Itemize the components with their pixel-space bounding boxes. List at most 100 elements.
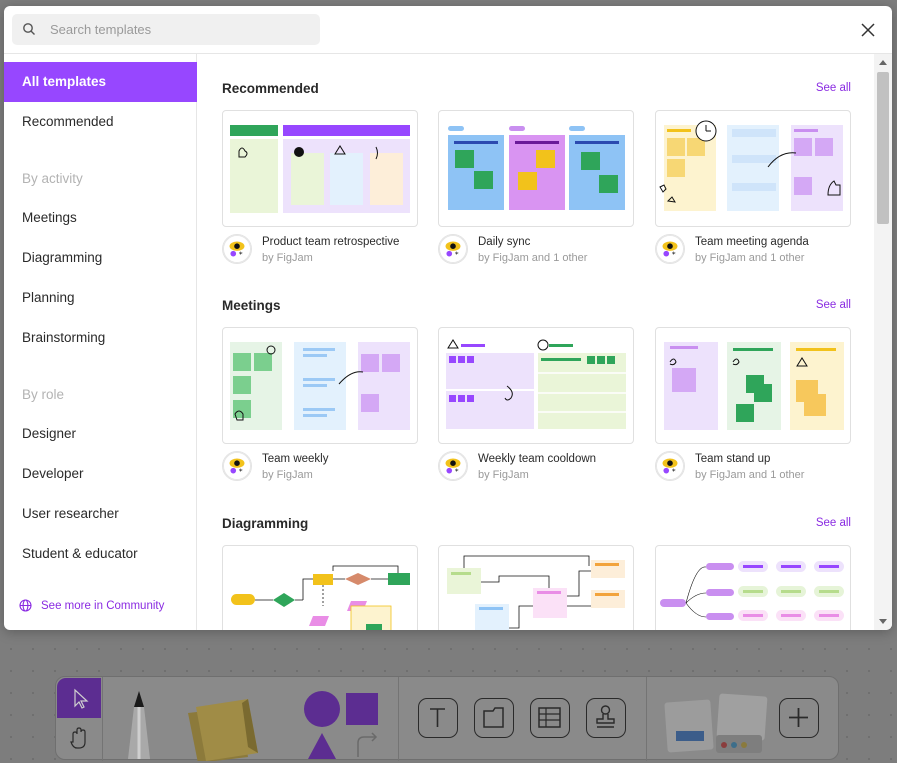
see-all-recommended[interactable]: See all xyxy=(816,82,851,94)
close-icon[interactable] xyxy=(858,20,878,40)
scroll-down-arrow-icon[interactable] xyxy=(879,619,887,624)
section-tool[interactable] xyxy=(474,698,514,738)
template-card-team-meeting-agenda[interactable]: * Team meeting agenda by FigJam and 1 ot… xyxy=(655,110,851,270)
search-input[interactable] xyxy=(50,14,310,45)
section-title-recommended: Recommended xyxy=(222,81,319,96)
template-thumbnail xyxy=(655,110,851,227)
add-button[interactable] xyxy=(779,698,819,738)
search-icon xyxy=(23,23,35,35)
sidebar-item-recommended[interactable]: Recommended xyxy=(4,102,197,142)
template-card-product-team-retrospective[interactable]: * Product team retrospective by FigJam xyxy=(222,110,418,270)
template-title: Product team retrospective xyxy=(262,236,400,248)
sidebar-item-designer[interactable]: Designer xyxy=(4,414,197,454)
hand-icon xyxy=(70,727,86,749)
sidebar-item-meetings[interactable]: Meetings xyxy=(4,198,197,238)
stamp-icon xyxy=(596,705,615,728)
widgets-icon xyxy=(664,693,768,753)
move-tool[interactable] xyxy=(57,678,101,718)
sidebar: All templates Recommended By activity Me… xyxy=(4,54,197,630)
sidebar-item-brainstorming[interactable]: Brainstorming xyxy=(4,318,197,358)
template-author: by FigJam xyxy=(262,252,313,264)
scroll-thumb[interactable] xyxy=(877,72,889,224)
table-icon xyxy=(538,707,561,728)
sidebar-item-user-researcher[interactable]: User researcher xyxy=(4,494,197,534)
template-card-team-stand-up[interactable]: * Team stand up by FigJam and 1 other xyxy=(655,327,851,487)
sidebar-item-student-educator[interactable]: Student & educator xyxy=(4,534,197,574)
template-author: by FigJam xyxy=(478,469,529,481)
template-card-team-weekly[interactable]: * Team weekly by FigJam xyxy=(222,327,418,487)
shapes-icon xyxy=(304,691,378,759)
sidebar-item-planning[interactable]: Planning xyxy=(4,278,197,318)
modal-header xyxy=(4,6,892,54)
template-title: Weekly team cooldown xyxy=(478,453,597,465)
template-thumbnail xyxy=(222,545,418,630)
globe-icon xyxy=(19,599,32,612)
figjam-avatar: * xyxy=(438,234,468,264)
hand-tool[interactable] xyxy=(57,718,101,758)
sidebar-item-diagramming[interactable]: Diagramming xyxy=(4,238,197,278)
template-author: by FigJam and 1 other xyxy=(695,252,805,264)
community-link[interactable]: See more in Community xyxy=(19,599,164,612)
marker-tool[interactable] xyxy=(114,687,164,759)
sticky-note-icon xyxy=(188,699,258,763)
template-thumbnail xyxy=(438,327,634,444)
template-title: Team weekly xyxy=(262,453,329,465)
template-thumbnail xyxy=(438,545,634,630)
toolbar-divider xyxy=(646,677,647,761)
main-scrollbar[interactable] xyxy=(874,54,892,630)
template-author: by FigJam and 1 other xyxy=(695,469,805,481)
template-card-daily-sync[interactable]: * Daily sync by FigJam and 1 other xyxy=(438,110,634,270)
template-author: by FigJam and 1 other xyxy=(478,252,588,264)
template-thumbnail xyxy=(655,545,851,630)
text-icon xyxy=(430,708,445,727)
figjam-avatar: * xyxy=(655,234,685,264)
shapes-tool[interactable] xyxy=(300,691,384,761)
community-link-label: See more in Community xyxy=(41,599,165,612)
templates-modal: All templates Recommended By activity Me… xyxy=(4,6,892,630)
see-all-meetings[interactable]: See all xyxy=(816,299,851,311)
svg-text:*: * xyxy=(672,466,676,475)
svg-text:*: * xyxy=(455,466,459,475)
template-title: Team meeting agenda xyxy=(695,236,809,248)
template-thumbnail xyxy=(438,110,634,227)
svg-text:*: * xyxy=(239,466,243,475)
see-all-diagramming[interactable]: See all xyxy=(816,517,851,529)
section-title-meetings: Meetings xyxy=(222,298,281,313)
templates-main: Recommended See all * Product team retro… xyxy=(198,54,874,630)
template-card-diagram-mindmap[interactable] xyxy=(655,545,851,630)
template-thumbnail xyxy=(222,327,418,444)
figjam-avatar: * xyxy=(222,234,252,264)
toolbar-divider xyxy=(102,677,103,761)
stamp-tool[interactable] xyxy=(586,698,626,738)
sidebar-heading-by-role: By role xyxy=(22,387,65,402)
table-tool[interactable] xyxy=(530,698,570,738)
bottom-toolbar xyxy=(55,676,839,763)
template-card-weekly-team-cooldown[interactable]: * Weekly team cooldown by FigJam xyxy=(438,327,634,487)
figjam-avatar: * xyxy=(655,451,685,481)
template-thumbnail xyxy=(655,327,851,444)
template-author: by FigJam xyxy=(262,469,313,481)
template-card-diagram-flowchart[interactable] xyxy=(222,545,418,630)
sidebar-item-developer[interactable]: Developer xyxy=(4,454,197,494)
svg-text:*: * xyxy=(672,249,676,258)
scroll-up-arrow-icon[interactable] xyxy=(879,60,887,65)
sidebar-heading-by-activity: By activity xyxy=(22,171,83,186)
search-box[interactable] xyxy=(12,14,320,45)
figjam-avatar: * xyxy=(438,451,468,481)
pen-icon xyxy=(128,691,150,759)
svg-text:*: * xyxy=(455,249,459,258)
toolbar-divider xyxy=(398,677,399,761)
template-thumbnail xyxy=(222,110,418,227)
section-title-diagramming: Diagramming xyxy=(222,516,309,531)
template-title: Team stand up xyxy=(695,453,771,465)
svg-text:*: * xyxy=(239,249,243,258)
figjam-avatar: * xyxy=(222,451,252,481)
widgets-tool[interactable] xyxy=(662,691,772,757)
sidebar-item-all-templates[interactable]: All templates xyxy=(4,62,197,102)
template-card-diagram-system[interactable] xyxy=(438,545,634,630)
text-tool[interactable] xyxy=(418,698,458,738)
cursor-icon xyxy=(74,688,89,709)
template-title: Daily sync xyxy=(478,236,531,248)
plus-icon xyxy=(789,708,808,727)
sticky-note-tool[interactable] xyxy=(178,691,290,763)
